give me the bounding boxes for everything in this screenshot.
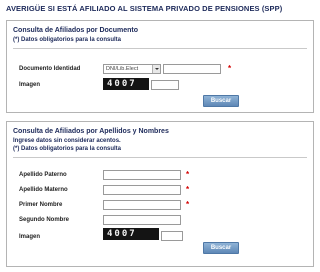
section-divider — [13, 48, 307, 49]
paternal-surname-input[interactable] — [103, 170, 181, 180]
page-title: AVERIGÜE SI ESTÁ AFILIADO AL SISTEMA PRI… — [6, 4, 283, 13]
names-instruction: Ingrese datos sin considerar acentos. — [13, 138, 121, 144]
maternal-surname-input[interactable] — [103, 185, 181, 195]
document-section-heading: Consulta de Afiliados por Documento — [13, 27, 138, 34]
captcha-answer-input[interactable] — [161, 231, 183, 241]
names-image-label: Imagen — [19, 234, 41, 240]
required-marker: * — [228, 64, 232, 73]
required-marker: * — [186, 170, 190, 179]
first-name-input[interactable] — [103, 200, 181, 210]
document-type-select[interactable]: DNI/Lib.Elect — [103, 64, 161, 74]
second-name-input[interactable] — [103, 215, 181, 225]
names-section-heading: Consulta de Afiliados por Apellidos y No… — [13, 128, 169, 135]
document-image-label: Imagen — [19, 82, 41, 88]
names-required-note: (*) Datos obligatorios para la consulta — [13, 146, 122, 152]
document-identity-label: Documento Identidad — [19, 66, 81, 72]
document-search-panel: Consulta de Afiliados por Documento (*) … — [6, 20, 314, 113]
maternal-surname-label: Apellido Materno — [19, 187, 68, 193]
captcha-answer-input[interactable] — [151, 80, 179, 90]
captcha-image: 4007 — [103, 228, 159, 240]
chevron-down-icon — [152, 65, 160, 73]
section-divider — [13, 157, 307, 158]
required-marker: * — [186, 185, 190, 194]
second-name-label: Segundo Nombre — [19, 217, 70, 223]
first-name-label: Primer Nombre — [19, 202, 63, 208]
document-number-input[interactable] — [163, 64, 221, 74]
required-marker: * — [186, 200, 190, 209]
document-type-selected-value: DNI/Lib.Elect — [106, 66, 139, 72]
captcha-image: 4007 — [103, 78, 149, 90]
names-search-button[interactable]: Buscar — [203, 242, 239, 254]
document-search-button[interactable]: Buscar — [203, 95, 239, 107]
name-search-panel: Consulta de Afiliados por Apellidos y No… — [6, 121, 314, 267]
document-required-note: (*) Datos obligatorios para la consulta — [13, 37, 122, 43]
paternal-surname-label: Apellido Paterno — [19, 172, 67, 178]
